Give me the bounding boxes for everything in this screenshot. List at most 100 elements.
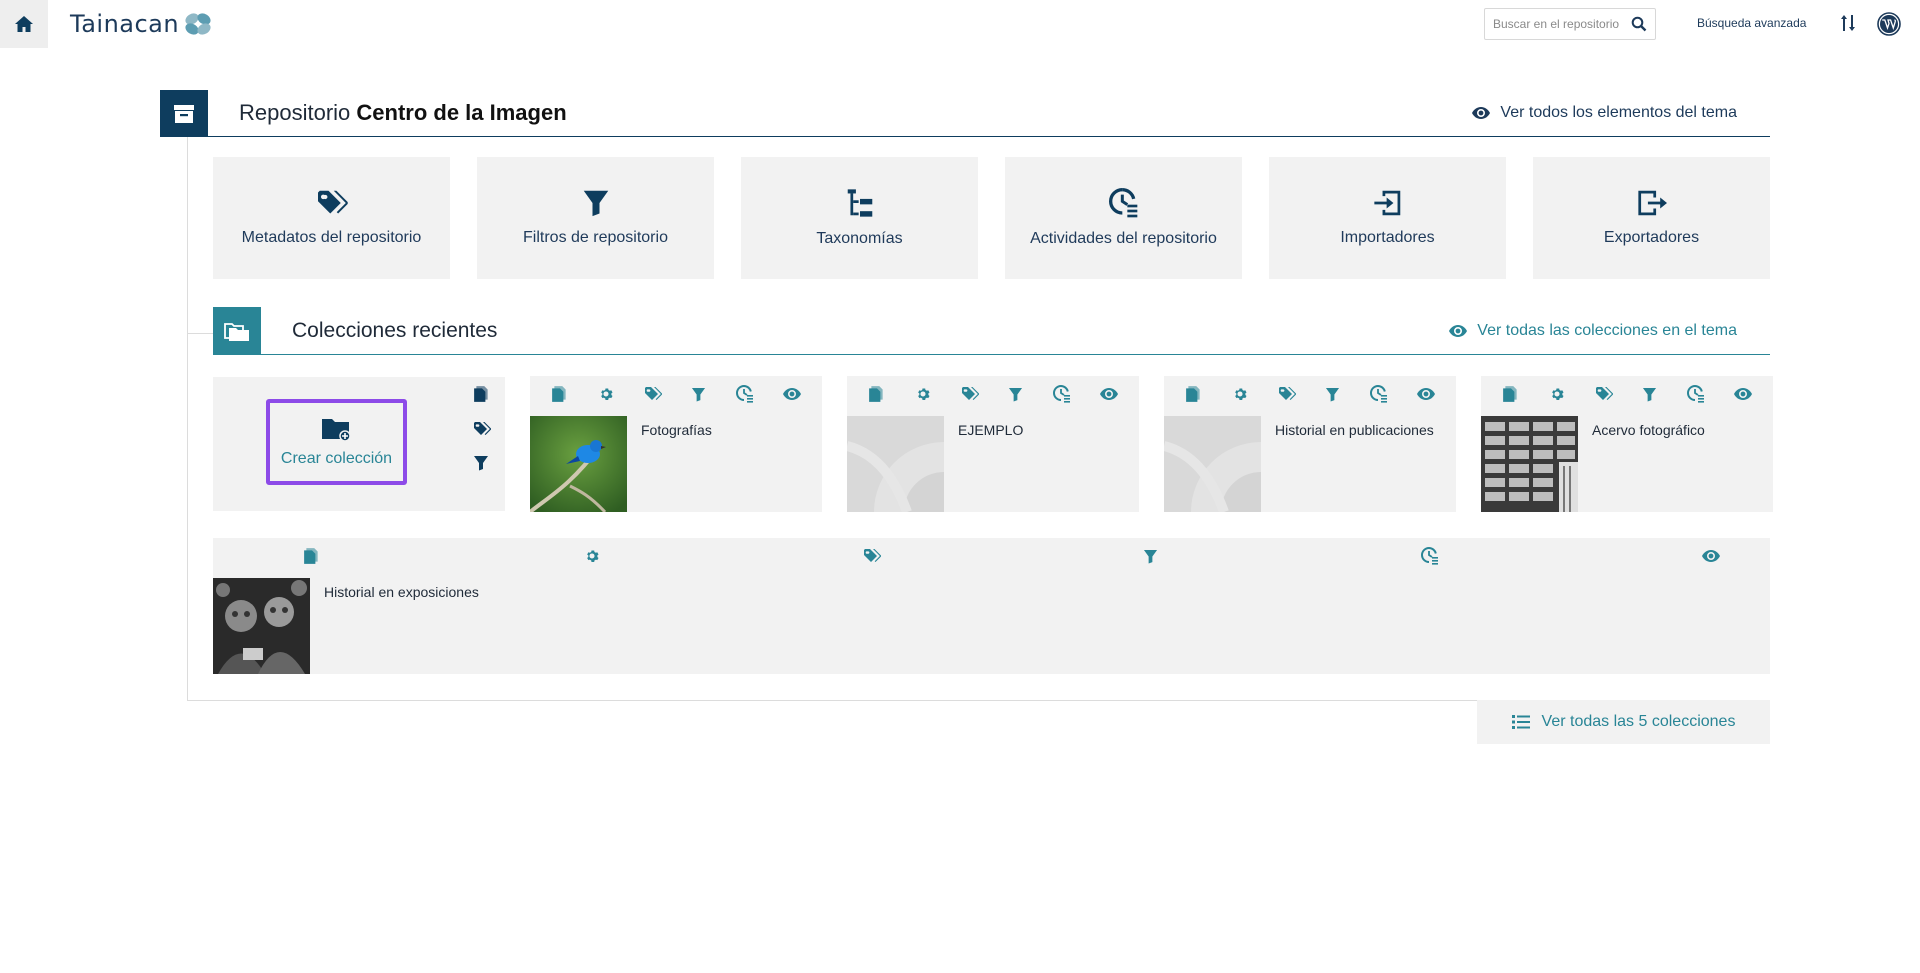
- items-icon[interactable]: [551, 385, 569, 403]
- view-all-collections-button[interactable]: Ver todas las 5 colecciones: [1477, 700, 1770, 744]
- activities-icon[interactable]: [1370, 385, 1388, 403]
- sort-icon[interactable]: [1840, 13, 1856, 33]
- filter-icon[interactable]: [691, 387, 706, 402]
- collection-card[interactable]: Historial en publicaciones: [1164, 376, 1456, 512]
- repository-title-prefix: Repositorio: [239, 100, 357, 125]
- people-thumbnail-image: [213, 578, 310, 674]
- create-card-actions: [473, 385, 491, 471]
- gear-icon[interactable]: [1232, 386, 1248, 402]
- eye-icon[interactable]: [783, 388, 801, 400]
- tile-activities[interactable]: Actividades del repositorio: [1005, 157, 1242, 279]
- tags-icon: [316, 189, 348, 217]
- tile-metadata[interactable]: Metadatos del repositorio: [213, 157, 450, 279]
- tags-icon[interactable]: [863, 548, 881, 564]
- collection-name[interactable]: Historial en exposiciones: [324, 584, 479, 600]
- items-icon[interactable]: [303, 547, 321, 565]
- filter-icon[interactable]: [473, 455, 489, 471]
- repository-name: Centro de la Imagen: [356, 100, 567, 125]
- see-all-items-theme-link[interactable]: Ver todos los elementos del tema: [1472, 104, 1737, 122]
- collection-thumbnail[interactable]: [847, 416, 944, 512]
- tile-taxonomies[interactable]: Taxonomías: [741, 157, 978, 279]
- top-bar: Tainacan Búsqueda avanzada: [0, 0, 1920, 48]
- gear-icon[interactable]: [915, 386, 931, 402]
- eye-icon: [1472, 107, 1490, 119]
- items-icon[interactable]: [1185, 385, 1203, 403]
- eye-icon[interactable]: [1417, 388, 1435, 400]
- filter-icon[interactable]: [1325, 387, 1340, 402]
- tile-exporters[interactable]: Exportadores: [1533, 157, 1770, 279]
- repository-icon-box: [160, 90, 208, 137]
- activities-icon[interactable]: [736, 385, 754, 403]
- tags-icon[interactable]: [1595, 386, 1613, 402]
- activities-icon[interactable]: [1687, 385, 1705, 403]
- folders-icon: [224, 322, 249, 341]
- see-all-collections-theme-link[interactable]: Ver todas las colecciones en el tema: [1449, 322, 1737, 340]
- collection-name[interactable]: Historial en publicaciones: [1275, 422, 1434, 438]
- collection-thumbnail[interactable]: [1164, 416, 1261, 512]
- tile-label: Exportadores: [1603, 229, 1700, 246]
- gear-icon[interactable]: [584, 548, 600, 564]
- tile-label: Metadatos del repositorio: [241, 229, 422, 246]
- tile-label: Taxonomías: [816, 230, 903, 247]
- collection-thumbnail[interactable]: [1481, 416, 1578, 512]
- collection-card-actions: [1164, 382, 1456, 406]
- tainacan-logo[interactable]: Tainacan: [70, 10, 213, 38]
- tile-label: Actividades del repositorio: [1030, 230, 1217, 247]
- activities-icon[interactable]: [1053, 385, 1071, 403]
- eye-icon[interactable]: [1734, 388, 1752, 400]
- activities-icon: [1109, 188, 1139, 218]
- tags-icon[interactable]: [644, 386, 662, 402]
- tile-label: Importadores: [1340, 229, 1435, 246]
- collection-card[interactable]: EJEMPLO: [847, 376, 1139, 512]
- tags-icon[interactable]: [1278, 386, 1296, 402]
- frame-left-border: [187, 137, 188, 700]
- tags-icon[interactable]: [473, 421, 491, 437]
- advanced-search-link[interactable]: Búsqueda avanzada: [1697, 16, 1806, 30]
- activities-icon[interactable]: [1421, 547, 1439, 565]
- frame-bottom-border: [187, 700, 1477, 701]
- gear-icon[interactable]: [1549, 386, 1565, 402]
- wordpress-icon[interactable]: [1877, 12, 1901, 36]
- filter-icon[interactable]: [1143, 549, 1158, 564]
- filter-icon: [582, 189, 610, 217]
- tile-importers[interactable]: Importadores: [1269, 157, 1506, 279]
- filter-icon[interactable]: [1642, 387, 1657, 402]
- collection-name[interactable]: EJEMPLO: [958, 422, 1023, 438]
- eye-icon[interactable]: [1702, 550, 1720, 562]
- list-icon: [1511, 715, 1530, 729]
- logo-text: Tainacan: [70, 10, 180, 38]
- see-all-items-theme-label: Ver todos los elementos del tema: [1500, 104, 1737, 121]
- items-icon[interactable]: [473, 385, 491, 403]
- archive-icon: [174, 104, 194, 123]
- importer-icon: [1373, 189, 1403, 217]
- filter-icon[interactable]: [1008, 387, 1023, 402]
- home-button[interactable]: [0, 0, 48, 48]
- tile-filters[interactable]: Filtros de repositorio: [477, 157, 714, 279]
- repository-divider: [160, 136, 1770, 137]
- placeholder-thumbnail-image: [847, 416, 944, 512]
- placeholder-thumbnail-image: [1164, 416, 1261, 512]
- items-icon[interactable]: [1502, 385, 1520, 403]
- collection-name[interactable]: Fotografías: [641, 422, 712, 438]
- collection-card[interactable]: Acervo fotográfico: [1481, 376, 1773, 512]
- logo-mark-icon: [185, 13, 211, 35]
- create-collection-button[interactable]: Crear colección: [266, 399, 407, 485]
- collection-thumbnail[interactable]: [530, 416, 627, 512]
- search-box: [1484, 8, 1656, 40]
- collection-card[interactable]: Historial en exposiciones: [213, 538, 1770, 674]
- create-collection-card: Crear colección: [213, 377, 505, 511]
- eye-icon: [1449, 325, 1467, 337]
- collection-card[interactable]: Fotografías: [530, 376, 822, 512]
- exporter-icon: [1637, 189, 1667, 217]
- collections-icon-box: [213, 307, 261, 354]
- collection-thumbnail[interactable]: [213, 578, 310, 674]
- collection-name[interactable]: Acervo fotográfico: [1592, 422, 1705, 438]
- search-input[interactable]: [1485, 10, 1625, 38]
- taxonomy-icon: [846, 188, 874, 218]
- gear-icon[interactable]: [598, 386, 614, 402]
- search-icon[interactable]: [1631, 16, 1647, 32]
- archive-drawers-thumbnail-image: [1481, 416, 1578, 512]
- items-icon[interactable]: [868, 385, 886, 403]
- tags-icon[interactable]: [961, 386, 979, 402]
- eye-icon[interactable]: [1100, 388, 1118, 400]
